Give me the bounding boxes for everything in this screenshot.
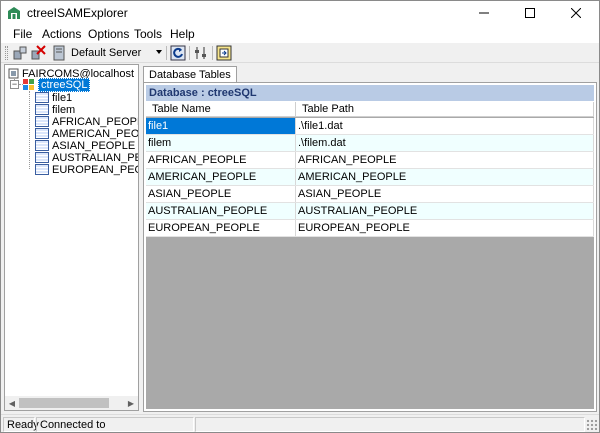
cell-table-name: ASIAN_PEOPLE <box>146 186 296 202</box>
cell-table-path: AUSTRALIAN_PEOPLE <box>296 203 594 219</box>
grid-header: Table Name Table Path <box>146 102 594 117</box>
toolbar-separator <box>166 46 167 60</box>
status-bar: Ready Connected to FAIRCOMS@localhost <box>1 414 599 432</box>
maximize-button[interactable] <box>507 1 553 25</box>
cell-table-path: .\filem.dat <box>296 135 594 151</box>
table-row[interactable]: ASIAN_PEOPLE ASIAN_PEOPLE <box>146 186 594 203</box>
tree-item-label: EUROPEAN_PEOPLE <box>52 163 138 176</box>
menu-help[interactable]: Help <box>170 27 195 41</box>
title-bar[interactable]: ctreeISAMExplorer <box>1 1 599 25</box>
database-header: Database : ctreeSQL <box>146 85 594 101</box>
maximize-icon <box>525 8 535 18</box>
tree-item-label: AUSTRALIAN_PEOPLE <box>52 151 138 164</box>
table-icon <box>35 92 49 103</box>
collapse-toggle[interactable]: − <box>10 80 19 89</box>
table-row[interactable]: EUROPEAN_PEOPLE EUROPEAN_PEOPLE <box>146 220 594 237</box>
tab-panel: Database : ctreeSQL Table Name Table Pat… <box>143 82 597 412</box>
tree-view[interactable]: FAIRCOMS@localhost − ctreeSQL file1 file… <box>4 64 139 411</box>
disconnect-icon[interactable] <box>30 45 46 61</box>
table-row[interactable]: AUSTRALIAN_PEOPLE AUSTRALIAN_PEOPLE <box>146 203 594 220</box>
table-icon <box>35 164 49 175</box>
status-state: Ready <box>3 417 39 432</box>
tree-node-label: ctreeSQL <box>38 77 91 92</box>
menu-options[interactable]: Options <box>88 27 129 41</box>
database-icon <box>23 78 34 90</box>
cell-table-path: ASIAN_PEOPLE <box>296 186 594 202</box>
tree-item-label: file1 <box>52 91 73 104</box>
export-icon[interactable] <box>216 45 232 61</box>
column-header-table-name[interactable]: Table Name <box>146 102 296 117</box>
tree-connector <box>29 91 30 169</box>
table-icon <box>35 128 49 139</box>
table-row[interactable]: AFRICAN_PEOPLE AFRICAN_PEOPLE <box>146 152 594 169</box>
cell-table-name: EUROPEAN_PEOPLE <box>146 220 296 236</box>
cell-table-name: AFRICAN_PEOPLE <box>146 152 296 168</box>
toolbar-separator <box>212 46 213 60</box>
server-dropdown[interactable]: Default Server <box>68 44 165 62</box>
scroll-left-arrow-icon[interactable]: ◀ <box>5 396 19 410</box>
status-empty-cell <box>195 417 585 432</box>
cell-table-path: .\file1.dat <box>296 118 594 134</box>
content-pane: Database Tables Database : ctreeSQL Tabl… <box>143 64 597 412</box>
close-button[interactable] <box>553 1 599 25</box>
chevron-down-icon <box>156 50 162 54</box>
cell-table-path: AMERICAN_PEOPLE <box>296 169 594 185</box>
menu-actions[interactable]: Actions <box>42 27 81 41</box>
tree-item-table[interactable]: EUROPEAN_PEOPLE <box>35 163 138 176</box>
minimize-button[interactable] <box>461 1 507 25</box>
resize-grip-icon[interactable] <box>586 419 597 430</box>
toolbar-grip[interactable] <box>5 46 8 60</box>
table-icon <box>35 116 49 127</box>
tree-item-label: filem <box>52 103 76 116</box>
cell-table-name: filem <box>146 135 296 151</box>
cell-table-path: EUROPEAN_PEOPLE <box>296 220 594 236</box>
tab-database-tables[interactable]: Database Tables <box>143 66 237 83</box>
table-icon <box>35 104 49 115</box>
window-title: ctreeISAMExplorer <box>27 6 128 20</box>
app-window: ctreeISAMExplorer File Actions Options T… <box>0 0 600 433</box>
status-connection: Connected to FAIRCOMS@localhost <box>36 417 194 432</box>
column-header-table-path[interactable]: Table Path <box>296 102 594 117</box>
menu-tools[interactable]: Tools <box>134 27 162 41</box>
scroll-right-arrow-icon[interactable]: ▶ <box>124 396 138 410</box>
server-node-icon <box>8 68 19 79</box>
app-icon <box>8 7 20 19</box>
tree-horizontal-scrollbar[interactable]: ◀ ▶ <box>5 396 138 410</box>
cell-table-name: AUSTRALIAN_PEOPLE <box>146 203 296 219</box>
close-icon <box>571 8 581 18</box>
toolbar-separator <box>189 46 190 60</box>
refresh-icon[interactable] <box>170 45 186 61</box>
table-row[interactable]: AMERICAN_PEOPLE AMERICAN_PEOPLE <box>146 169 594 186</box>
table-row[interactable]: file1 .\file1.dat <box>146 118 594 135</box>
tables-grid[interactable]: Table Name Table Path file1 .\file1.dat … <box>146 102 594 409</box>
tree-item-label: AMERICAN_PEOPLE <box>52 127 139 140</box>
tree-item-label: ASIAN_PEOPLE <box>52 139 136 152</box>
toolbar: Default Server <box>1 43 599 63</box>
minimize-icon <box>479 12 489 14</box>
server-icon <box>53 45 65 61</box>
scrollbar-thumb[interactable] <box>19 398 109 408</box>
connect-icon[interactable] <box>12 45 28 61</box>
tree-item-label: AFRICAN_PEOPLE <box>52 115 138 128</box>
cell-table-name: file1 <box>146 118 296 134</box>
menu-file[interactable]: File <box>13 27 32 41</box>
cell-table-path: AFRICAN_PEOPLE <box>296 152 594 168</box>
settings-icon[interactable] <box>193 45 209 61</box>
cell-table-name: AMERICAN_PEOPLE <box>146 169 296 185</box>
table-row[interactable]: filem .\filem.dat <box>146 135 594 152</box>
table-icon <box>35 140 49 151</box>
menu-bar: File Actions Options Tools Help <box>1 25 599 43</box>
server-dropdown-value: Default Server <box>71 47 142 59</box>
table-icon <box>35 152 49 163</box>
tree-node-database[interactable]: ctreeSQL <box>23 77 91 92</box>
